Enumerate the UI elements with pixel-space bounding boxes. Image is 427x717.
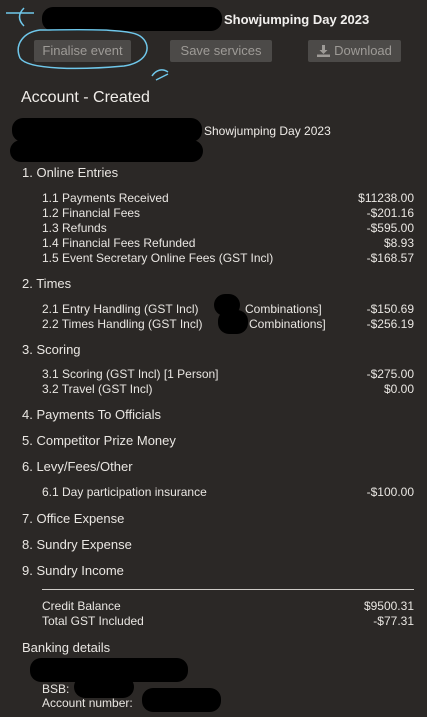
line-item: 1.1 Payments Received $11238.00 (42, 191, 414, 205)
account-event-name: Showjumping Day 2023 (204, 124, 331, 138)
line-item: 6.1 Day participation insurance -$100.00 (42, 485, 414, 499)
redacted-account-number (142, 688, 221, 712)
section-levy-fees: 6. Levy/Fees/Other (22, 459, 133, 474)
line-item: 3.1 Scoring (GST Incl) [1 Person] -$275.0… (42, 367, 414, 381)
account-title: Account - Created (21, 89, 150, 106)
save-services-button[interactable]: Save services (170, 40, 272, 62)
total-gst: Total GST Included -$77.31 (42, 614, 414, 628)
download-label: Download (334, 43, 392, 58)
total-credit-balance: Credit Balance $9500.31 (42, 599, 414, 613)
redacted-account-name-line2 (10, 140, 203, 162)
line-item: 1.4 Financial Fees Refunded $8.93 (42, 236, 414, 250)
section-times: 2. Times (22, 276, 72, 291)
redacted-combination-count (218, 310, 248, 334)
line-item: 1.3 Refunds -$595.00 (42, 221, 414, 235)
section-online-entries: 1. Online Entries (22, 165, 119, 180)
line-item: 1.2 Financial Fees -$201.16 (42, 206, 414, 220)
line-item: 1.5 Event Secretary Online Fees (GST Inc… (42, 251, 414, 265)
section-sundry-income: 9. Sundry Income (22, 563, 124, 578)
account-number-label: Account number: (42, 696, 133, 710)
section-prize-money: 5. Competitor Prize Money (22, 433, 176, 448)
banking-details-title: Banking details (22, 640, 111, 655)
section-office-expense: 7. Office Expense (22, 511, 125, 526)
finalise-event-button[interactable]: Finalise event (34, 40, 131, 62)
header-event-title: Showjumping Day 2023 (224, 12, 370, 27)
line-item: 3.2 Travel (GST Incl) $0.00 (42, 382, 414, 396)
section-scoring: 3. Scoring (22, 342, 81, 357)
section-sundry-expense: 8. Sundry Expense (22, 537, 132, 552)
redacted-bsb (74, 676, 134, 698)
download-icon (317, 42, 331, 64)
redacted-account-name (12, 118, 202, 142)
bsb-label: BSB: (42, 682, 70, 696)
totals-divider (42, 589, 414, 590)
section-payments-officials: 4. Payments To Officials (22, 407, 161, 422)
download-button[interactable]: Download (308, 40, 401, 62)
redacted-header-prefix (42, 7, 222, 31)
